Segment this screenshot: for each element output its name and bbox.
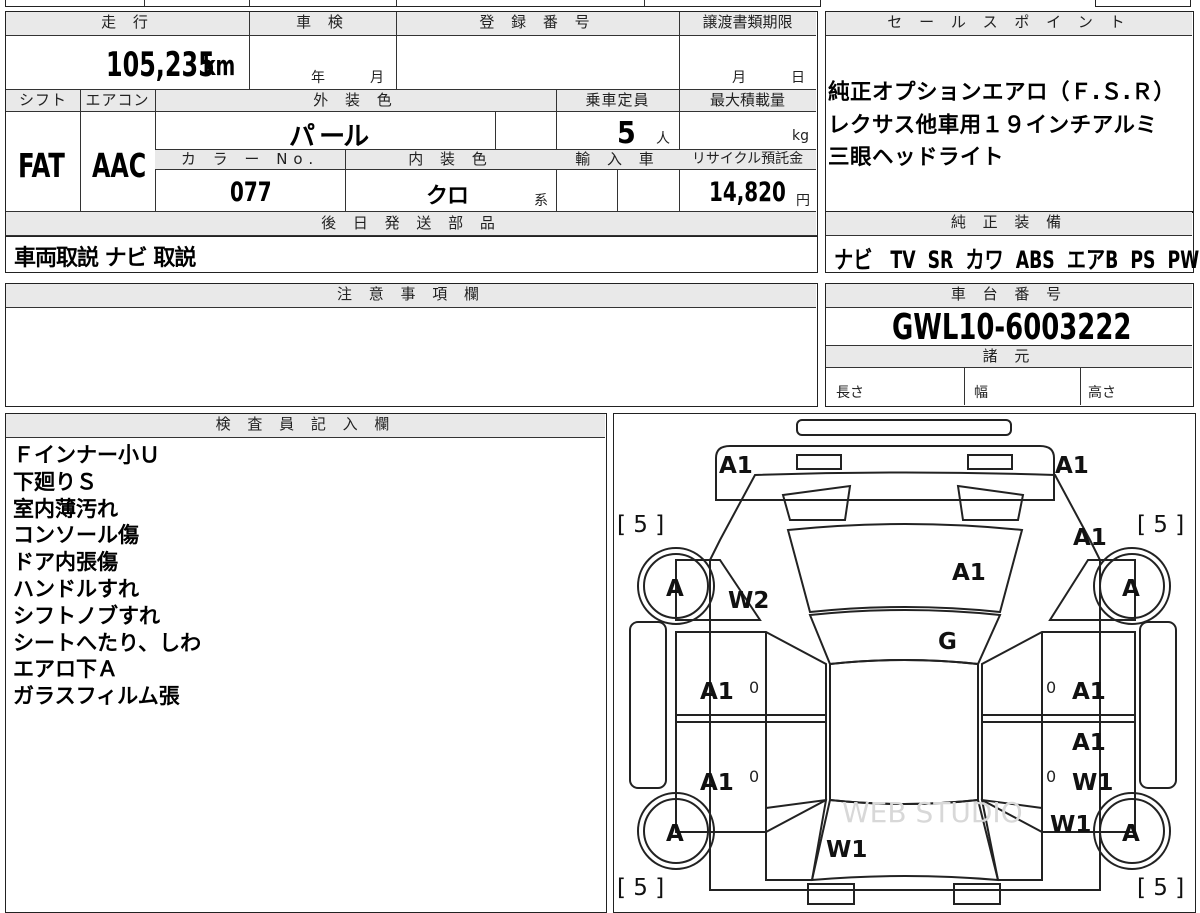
transfer-month-unit: 月 <box>732 70 746 86</box>
left-front-wheel-mark: A <box>666 576 684 602</box>
bracket-bottom-left: [ 5 ] <box>617 875 664 901</box>
spec-length: 長さ <box>836 385 864 401</box>
recycle-header: リサイクル預託金 <box>679 150 816 170</box>
capacity-unit: 人 <box>656 131 670 147</box>
front-left-mark: A1 <box>719 453 753 479</box>
spec-width: 幅 <box>974 385 988 401</box>
int-color-suffix: 系 <box>534 193 548 209</box>
left-front-door-mark: A1 <box>700 679 734 705</box>
rear-mark: W1 <box>826 837 867 863</box>
load-unit: kg <box>792 128 809 144</box>
color-no-header: カ ラ ー No. <box>155 150 345 170</box>
inspector-note: ハンドルすれ <box>13 576 139 601</box>
hood-mark: A1 <box>952 560 986 586</box>
inspector-note: ドア内張傷 <box>13 550 118 575</box>
equipment-value: ナビ TV SR カワ ABS エアB PS PW <box>834 246 1200 274</box>
right-front-wheel-mark: A <box>1122 576 1140 602</box>
notes-box: 注 意 事 項 欄 <box>5 283 818 407</box>
import-header: 輸 入 車 <box>556 150 679 170</box>
inspection-year-unit: 年 <box>311 70 325 86</box>
max-load-header: 最大積載量 <box>679 90 816 112</box>
specs-header: 諸 元 <box>826 346 1192 368</box>
mileage-header: 走 行 <box>6 12 249 36</box>
top-strip <box>5 0 821 7</box>
left-rear-wheel-mark: A <box>666 821 684 847</box>
inspector-note: Ｆインナー小Ｕ <box>13 443 160 467</box>
right-fender-mark: A1 <box>1073 525 1107 551</box>
front-right-mark: A1 <box>1055 453 1089 479</box>
equipment-header: 純 正 装 備 <box>826 212 1192 236</box>
inspector-notes-list: Ｆインナー小Ｕ 下廻りＳ 室内薄汚れ コンソール傷 ドア内張傷 ハンドルすれ シ… <box>13 442 201 710</box>
watermark-text: WEB STUDIO <box>842 796 1023 829</box>
chassis-box: 車 台 番 号 GWL10-6003222 諸 元 長さ 幅 高さ <box>825 283 1194 407</box>
capacity-value: 5 <box>617 116 636 151</box>
notes-header: 注 意 事 項 欄 <box>6 284 816 308</box>
inspector-note: シフトノブすれ <box>13 603 160 628</box>
windshield-mark: G <box>938 629 957 655</box>
mileage-unit: km <box>203 49 236 82</box>
door-mark-right-rear: 0 <box>1046 767 1056 786</box>
later-parts-box: 車両取説 ナビ 取説 <box>5 235 818 273</box>
inspection-month-unit: 月 <box>370 70 384 86</box>
ac-value: AAC <box>92 146 147 185</box>
top-strip-right <box>1095 0 1191 7</box>
right-rear-door-mark-a: A1 <box>1072 730 1106 756</box>
chassis-value: GWL10-6003222 <box>892 307 1132 348</box>
car-diagram: WEB STUDIO [ 5 ] [ 5 ] [ 5 ] [ 5 ] A1 A1… <box>617 418 1184 905</box>
bracket-top-right: [ 5 ] <box>1137 512 1184 538</box>
later-parts-header: 後 日 発 送 部 品 <box>6 212 816 236</box>
transfer-day-unit: 日 <box>791 70 805 86</box>
equipment-box: 純 正 装 備 ナビ TV SR カワ ABS エアB PS PW <box>825 211 1199 274</box>
sales-point-header: セ ー ル ス ポ イ ン ト <box>826 12 1192 36</box>
door-mark-left-front: 0 <box>749 678 759 697</box>
inspection-header: 車 検 <box>249 12 396 36</box>
right-rear-wheel-mark: A <box>1122 821 1140 847</box>
recycle-unit: 円 <box>796 193 810 209</box>
color-no-value: 077 <box>230 177 272 208</box>
car-diagram-box: WEB STUDIO [ 5 ] [ 5 ] [ 5 ] [ 5 ] A1 A1… <box>613 413 1196 913</box>
sales-point-line-3: 三眼ヘッドライト <box>828 145 1005 170</box>
chassis-header: 車 台 番 号 <box>826 284 1192 308</box>
bracket-top-left: [ 5 ] <box>617 512 664 538</box>
sales-point-line-1: 純正オプションエアロ（Ｆ.Ｓ.Ｒ） <box>828 80 1176 105</box>
capacity-header: 乗車定員 <box>556 90 679 112</box>
inspector-note: コンソール傷 <box>13 523 139 548</box>
inspector-note: エアロ下Ａ <box>13 657 118 682</box>
registration-header: 登 録 番 号 <box>396 12 679 36</box>
ac-header: エアコン <box>80 90 155 112</box>
int-color-value: クロ <box>426 184 469 209</box>
shift-value: FAT <box>18 146 65 185</box>
inspector-note: ガラスフィルム張 <box>13 684 180 709</box>
left-rear-door-mark: A1 <box>700 770 734 796</box>
transfer-deadline-header: 譲渡書類期限 <box>679 12 816 36</box>
ext-color-value: パ ール <box>289 122 369 152</box>
inspector-box: 検 査 員 記 入 欄 Ｆインナー小Ｕ 下廻りＳ 室内薄汚れ コンソール傷 ドア… <box>5 413 607 913</box>
inspector-note: 室内薄汚れ <box>13 496 118 521</box>
inspector-header: 検 査 員 記 入 欄 <box>6 414 605 438</box>
ext-color-header: 外 装 色 <box>155 90 556 112</box>
spec-height: 高さ <box>1088 385 1116 401</box>
left-fender-mark: W2 <box>728 588 769 614</box>
later-parts-value: 車両取説 ナビ 取説 <box>14 246 196 271</box>
shift-header: シフト <box>6 90 80 112</box>
sales-point-box: セ ー ル ス ポ イ ン ト 純正オプションエアロ（Ｆ.Ｓ.Ｒ） レクサス他車… <box>825 11 1194 213</box>
inspector-note: シートへたり、しわ <box>13 630 202 655</box>
recycle-value: 14,820 <box>709 177 786 208</box>
int-color-header: 内 装 色 <box>345 150 556 170</box>
inspector-note: 下廻りＳ <box>13 469 97 494</box>
bracket-bottom-right: [ 5 ] <box>1137 875 1184 901</box>
mileage-value: 105,235 <box>106 45 215 85</box>
door-mark-right-front: 0 <box>1046 678 1056 697</box>
right-rear-door-mark-w: W1 <box>1072 770 1113 796</box>
sales-point-line-2: レクサス他車用１９インチアルミ <box>828 113 1158 138</box>
right-front-door-mark: A1 <box>1072 679 1106 705</box>
vehicle-info-grid: 走 行 車 検 登 録 番 号 譲渡書類期限 105,235 km 年 月 月 … <box>5 11 818 237</box>
right-quarter-mark: W1 <box>1050 812 1091 838</box>
door-mark-left-rear: 0 <box>749 767 759 786</box>
